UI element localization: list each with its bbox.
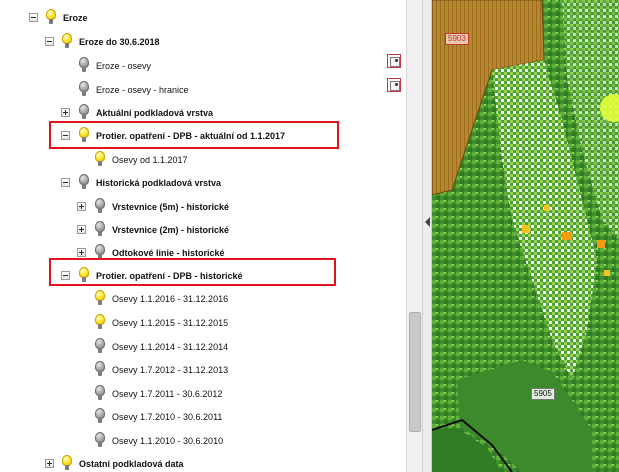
highlight-box [49,121,339,149]
lightbulb-off-icon[interactable] [79,104,89,121]
lightbulb-on-icon[interactable] [62,33,72,50]
tree-node-label: Osevy 1.7.2012 - 31.12.2013 [112,365,229,375]
lightbulb-on-icon[interactable] [95,314,105,331]
map-canvas [432,0,619,472]
tree-node-label: Eroze - osevy - hranice [96,85,189,95]
lightbulb-on-icon[interactable] [62,455,72,472]
tree-node-vrstevnice-2m[interactable]: Vrstevnice (2m) - historické [0,219,406,242]
collapse-toggle-icon[interactable] [29,13,38,22]
scrollbar-thumb[interactable] [409,312,421,432]
lightbulb-off-icon[interactable] [95,408,105,425]
tree-node-osevy-2016[interactable]: Osevy 1.1.2016 - 31.12.2016 [0,288,406,311]
expand-toggle-icon[interactable] [77,248,86,257]
tree-node-label: Vrstevnice (5m) - historické [112,202,230,212]
tree-node-eroze[interactable]: Eroze [0,7,406,30]
tree-node-osevy-2014[interactable]: Osevy 1.1.2014 - 31.12.2014 [0,336,406,359]
map-view[interactable]: 5903 5905 [432,0,619,472]
tree-node-label: Osevy 1.1.2010 - 30.6.2010 [112,436,224,446]
tree-node-eroze-osevy[interactable]: Eroze - osevy [0,55,406,78]
lightbulb-off-icon[interactable] [95,221,105,238]
tree-node-label: Historická podkladová vrstva [96,178,222,188]
lightbulb-off-icon[interactable] [95,432,105,449]
legend-icon[interactable] [387,78,401,92]
tree-node-osevy-2015[interactable]: Osevy 1.1.2015 - 31.12.2015 [0,312,406,335]
tree-node-label: Osevy 1.7.2011 - 30.6.2012 [112,389,223,399]
tree-node-osevy-2012-2013[interactable]: Osevy 1.7.2012 - 31.12.2013 [0,359,406,382]
tree-node-label: Osevy 1.7.2010 - 30.6.2011 [112,412,223,422]
lightbulb-off-icon[interactable] [79,57,89,74]
collapse-arrow-icon[interactable] [425,217,430,227]
tree-node-ostatni-podkladova[interactable]: Ostatní podkladová data [0,453,406,472]
tree-node-odtokove-linie[interactable]: Odtokové linie - historické [0,242,406,258]
tree-node-osevy-2011-2012[interactable]: Osevy 1.7.2011 - 30.6.2012 [0,383,406,406]
tree-node-osevy-2010[interactable]: Osevy 1.1.2010 - 30.6.2010 [0,430,406,453]
panel-splitter[interactable] [422,0,432,472]
lightbulb-off-icon[interactable] [79,174,89,191]
tree-node-label: Eroze - osevy [96,61,152,71]
expand-toggle-icon[interactable] [77,225,86,234]
lightbulb-on-icon[interactable] [46,9,56,26]
tree-node-vrstevnice-5m[interactable]: Vrstevnice (5m) - historické [0,196,406,219]
lightbulb-off-icon[interactable] [95,361,105,378]
parcel-id-label[interactable]: 5905 [531,388,555,400]
lightbulb-off-icon[interactable] [79,81,89,98]
legend-icon[interactable] [387,54,401,68]
lightbulb-off-icon[interactable] [95,244,105,258]
tree-node-label: Vrstevnice (2m) - historické [112,225,230,235]
tree-node-label: Aktuální podkladová vrstva [96,108,214,118]
tree-node-label: Osevy od 1.1.2017 [112,155,188,165]
tree-node-label: Eroze do 30.6.2018 [79,37,160,47]
expand-toggle-icon[interactable] [45,459,54,468]
tree-node-label: Ostatní podkladová data [79,459,184,469]
tree-scrollbar[interactable] [406,0,422,472]
tree-node-eroze-osevy-hranice[interactable]: Eroze - osevy - hranice [0,79,406,102]
lightbulb-on-icon[interactable] [95,290,105,307]
collapse-toggle-icon[interactable] [45,37,54,46]
tree-node-label: Osevy 1.1.2016 - 31.12.2016 [112,294,229,304]
lightbulb-off-icon[interactable] [95,385,105,402]
layer-tree-panel: Eroze Eroze do 30.6.2018 Eroze - osevy E… [0,0,406,472]
tree-node-osevy-2010-2011[interactable]: Osevy 1.7.2010 - 30.6.2011 [0,406,406,429]
highlight-box [49,258,336,286]
tree-node-eroze-do-2018[interactable]: Eroze do 30.6.2018 [0,31,406,54]
collapse-toggle-icon[interactable] [61,178,70,187]
tree-node-label: Osevy 1.1.2015 - 31.12.2015 [112,318,229,328]
tree-node-historicka-podkladova[interactable]: Historická podkladová vrstva [0,172,406,195]
lightbulb-on-icon[interactable] [95,151,105,168]
parcel-id-label[interactable]: 5903 [445,33,469,45]
tree-node-label: Osevy 1.1.2014 - 31.12.2014 [112,342,229,352]
tree-node-osevy-2017[interactable]: Osevy od 1.1.2017 [0,149,406,172]
tree-node-label: Odtokové linie - historické [112,248,225,258]
lightbulb-off-icon[interactable] [95,198,105,215]
expand-toggle-icon[interactable] [61,108,70,117]
lightbulb-off-icon[interactable] [95,338,105,355]
tree-node-label: Eroze [63,13,88,23]
expand-toggle-icon[interactable] [77,202,86,211]
